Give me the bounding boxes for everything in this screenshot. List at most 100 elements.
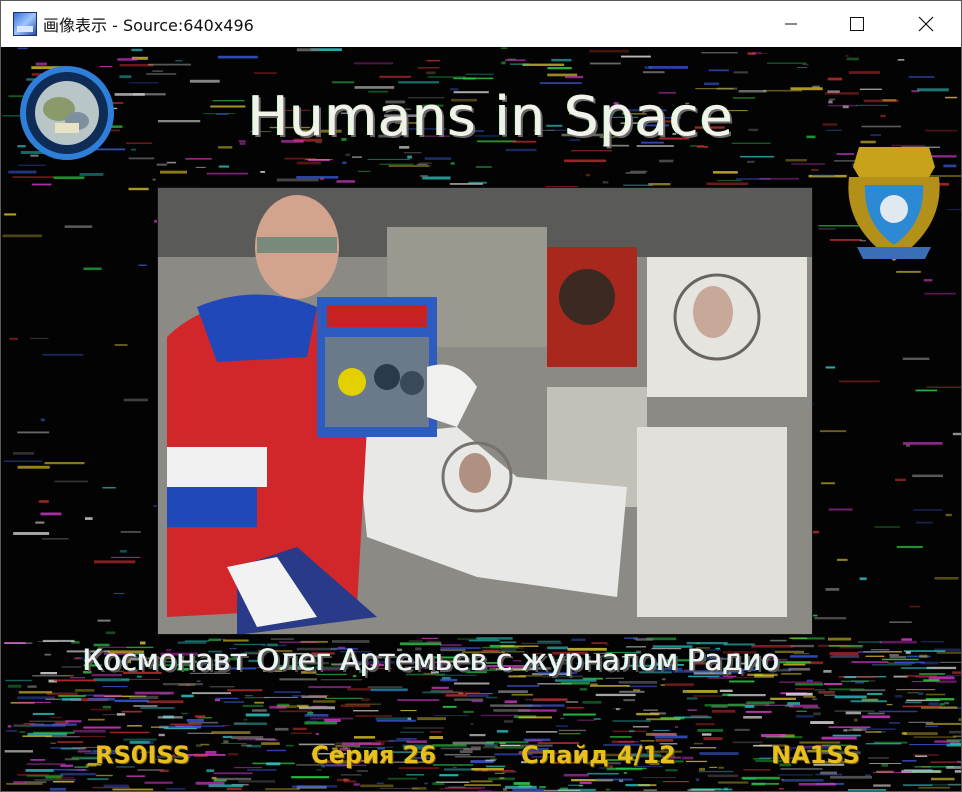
noise-streak [208,784,244,788]
noise-streak [476,637,513,640]
noise-streak [296,176,339,179]
noise-streak [285,744,294,747]
noise-streak [683,690,688,694]
noise-streak [642,777,677,779]
noise-streak [785,692,813,696]
noise-streak [496,730,509,733]
noise-streak [13,532,50,535]
noise-streak [454,698,484,701]
noise-streak [445,694,467,697]
noise-streak [558,729,587,732]
noise-streak [605,677,625,679]
footer-series: Серия 26 [311,741,437,769]
noise-streak [889,722,901,724]
noise-streak [133,705,158,707]
noise-streak [925,693,946,696]
noise-streak [903,442,943,445]
noise-streak [586,173,590,177]
noise-streak [8,684,22,688]
noise-streak [458,693,464,695]
noise-streak [376,782,384,784]
noise-streak [752,782,780,785]
noise-streak [636,712,660,716]
noise-streak [93,694,122,697]
noise-streak [345,153,351,157]
noise-streak [560,717,565,720]
noise-streak [547,73,578,77]
noise-streak [660,684,666,686]
noise-streak [18,164,46,166]
noise-streak [815,773,843,776]
noise-streak [370,689,407,692]
noise-streak [12,176,54,178]
noise-streak [779,788,784,790]
noise-streak [525,731,558,733]
noise-streak [324,697,363,699]
noise-streak [743,716,762,719]
noise-streak [711,709,736,713]
noise-streak [312,700,336,703]
noise-streak [5,730,18,732]
noise-streak [308,686,351,689]
noise-streak [507,58,516,61]
noise-streak [895,478,906,481]
noise-streak [442,705,457,708]
noise-streak [560,682,590,685]
noise-streak [72,747,87,750]
noise-streak [946,739,961,742]
noise-streak [301,695,327,698]
noise-streak [45,698,61,700]
slide-heading: Humans in Space [248,85,734,148]
noise-streak [889,621,912,623]
noise-streak [863,728,896,730]
close-button[interactable] [891,1,961,47]
noise-streak [159,693,170,695]
noise-streak [718,766,724,769]
noise-streak [75,657,81,659]
noise-streak [571,150,612,152]
noise-streak [693,695,723,697]
noise-streak [56,776,75,779]
noise-streak [500,47,508,50]
noise-streak [803,706,821,709]
noise-streak [266,762,281,766]
noise-streak [454,756,496,758]
noise-streak [507,685,540,687]
noise-streak [2,234,42,238]
noise-streak [867,712,885,715]
noise-streak [823,694,836,696]
noise-streak [44,462,85,465]
noise-streak [417,67,440,69]
noise-streak [832,734,861,737]
noise-streak [612,720,651,722]
footer-callsign: RS0ISS [95,741,190,769]
noise-streak [123,398,148,402]
noise-streak [131,48,143,52]
footer-slide-number: Слайд 4/12 [521,741,676,769]
noise-streak [819,430,846,433]
noise-streak [418,162,432,164]
noise-streak [565,75,584,79]
noise-streak [468,181,487,184]
title-bar[interactable]: 画像表示 - Source:640x496 [1,1,961,47]
noise-streak [218,638,226,640]
noise-streak [429,736,443,739]
noise-streak [146,73,177,75]
noise-streak [254,701,264,704]
minimize-button[interactable] [756,1,826,47]
noise-streak [722,693,732,697]
noise-streak [352,156,362,158]
noise-streak [627,685,658,688]
noise-streak [296,704,309,708]
maximize-button[interactable] [822,1,892,47]
noise-streak [744,705,755,708]
noise-streak [795,688,814,690]
noise-streak [767,62,807,64]
noise-streak [918,692,924,695]
noise-streak [222,735,233,739]
noise-streak [50,716,62,719]
noise-streak [8,170,37,174]
noise-streak [931,784,961,786]
noise-streak [539,82,582,84]
noise-streak [795,683,824,686]
